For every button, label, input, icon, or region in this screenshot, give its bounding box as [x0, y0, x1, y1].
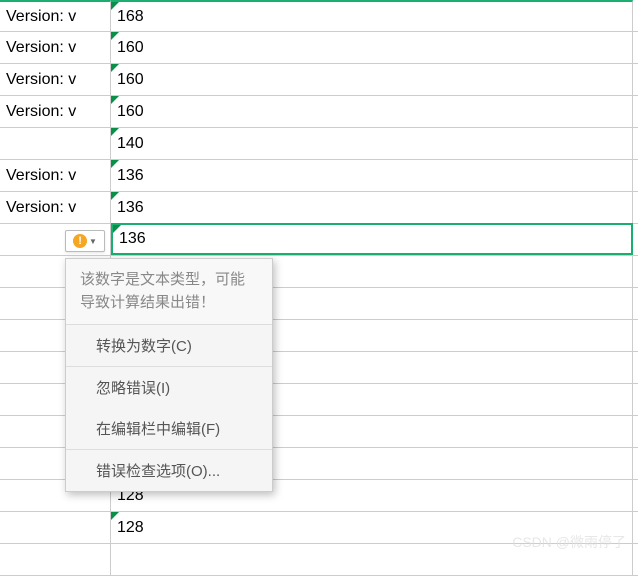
cell-col-a[interactable]	[0, 128, 111, 159]
cell-col-a[interactable]: Version: v	[0, 64, 111, 95]
cell-col-a[interactable]: Version: v	[0, 192, 111, 223]
cell-col-b[interactable]: 136	[111, 160, 633, 191]
table-row: Version: v 168	[0, 0, 638, 32]
error-indicator-button[interactable]: ! ▼	[65, 230, 105, 252]
text-stored-as-number-marker	[111, 160, 119, 168]
cell-value: 136	[117, 199, 144, 217]
cell-value: 160	[117, 39, 144, 57]
table-row: Version: v 136	[0, 160, 638, 192]
cell-value: 136	[119, 230, 146, 248]
cell-col-a[interactable]: Version: v	[0, 96, 111, 127]
cell-value: 140	[117, 135, 144, 153]
text-stored-as-number-marker	[111, 32, 119, 40]
cell-col-b[interactable]: 136	[111, 192, 633, 223]
cell-value: 168	[117, 8, 144, 26]
text-stored-as-number-marker	[111, 2, 119, 10]
cell-col-b[interactable]: 160	[111, 96, 633, 127]
table-row: Version: v 160	[0, 32, 638, 64]
cell-col-a[interactable]: Version: v	[0, 32, 111, 63]
table-row: Version: v 136	[0, 192, 638, 224]
text-stored-as-number-marker	[111, 96, 119, 104]
menu-convert-to-number[interactable]: 转换为数字(C)	[66, 325, 272, 366]
cell-col-a[interactable]	[0, 544, 111, 575]
text-stored-as-number-marker	[111, 192, 119, 200]
cell-col-b[interactable]: 160	[111, 64, 633, 95]
cell-col-b[interactable]: 140	[111, 128, 633, 159]
table-row: Version: v 160	[0, 96, 638, 128]
table-row: 140	[0, 128, 638, 160]
menu-ignore-error[interactable]: 忽略错误(I)	[66, 367, 272, 408]
cell-value: 160	[117, 71, 144, 89]
watermark-text: CSDN @微雨停了	[512, 532, 626, 552]
cell-value: 128	[117, 519, 144, 537]
error-context-menu: 该数字是文本类型，可能导致计算结果出错！ 转换为数字(C) 忽略错误(I) 在编…	[65, 258, 273, 492]
cell-col-b[interactable]: 160	[111, 32, 633, 63]
cell-col-b[interactable]: 136	[111, 223, 633, 255]
cell-value: 160	[117, 103, 144, 121]
table-row: Version: v 160	[0, 64, 638, 96]
chevron-down-icon: ▼	[89, 237, 97, 246]
menu-edit-in-bar[interactable]: 在编辑栏中编辑(F)	[66, 408, 272, 449]
text-stored-as-number-marker	[111, 128, 119, 136]
menu-header-text: 该数字是文本类型，可能导致计算结果出错！	[66, 259, 272, 325]
text-stored-as-number-marker	[111, 64, 119, 72]
warning-icon: !	[73, 234, 87, 248]
cell-col-a[interactable]	[0, 512, 111, 543]
cell-col-a[interactable]: Version: v	[0, 0, 111, 31]
cell-col-a[interactable]: Version: v	[0, 160, 111, 191]
cell-value: 136	[117, 167, 144, 185]
menu-error-check-options[interactable]: 错误检查选项(O)...	[66, 450, 272, 491]
text-stored-as-number-marker	[113, 225, 121, 233]
cell-col-b[interactable]: 168	[111, 0, 633, 31]
text-stored-as-number-marker	[111, 512, 119, 520]
